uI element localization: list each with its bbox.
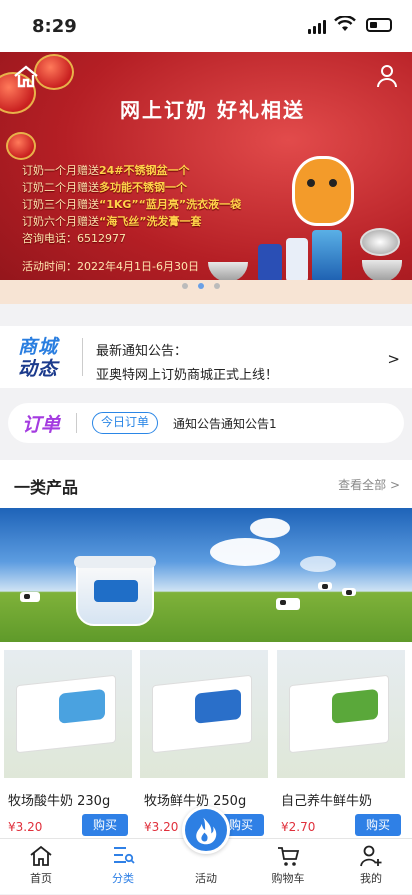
- product-price: ¥2.70: [281, 820, 316, 834]
- banner-headline: 网上订奶 好礼相送: [120, 98, 305, 122]
- banner-offer-list: 订奶一个月赠送24#不锈钢盆一个 订奶二个月赠送多功能不锈钢一个 订奶三个月赠送…: [22, 162, 241, 247]
- tab-mine[interactable]: 我的: [330, 839, 412, 895]
- product-image[interactable]: [277, 650, 405, 778]
- activity-fab[interactable]: [182, 806, 230, 854]
- cow-image: [20, 592, 40, 602]
- cart-icon: [278, 847, 300, 866]
- banner-phone: 咨询电话：6512977: [22, 232, 126, 245]
- yogurt-tub-image: [74, 556, 156, 626]
- order-notice-text[interactable]: 通知公告通知公告1: [173, 415, 277, 432]
- signal-icon: [308, 20, 326, 34]
- divider: [82, 338, 83, 376]
- gift-product-image: [258, 244, 282, 282]
- mall-news-logo: 商城 动态: [18, 336, 59, 380]
- bowl-image: [208, 262, 248, 282]
- home-icon: [30, 845, 52, 866]
- page-dot[interactable]: [182, 283, 188, 289]
- banner-offer: 订奶一个月赠送24#不锈钢盆一个: [22, 164, 190, 177]
- tiger-mascot-image: [292, 156, 354, 226]
- tab-label: 我的: [360, 872, 382, 885]
- lantern-decoration: [34, 54, 74, 90]
- flame-icon: [196, 817, 217, 845]
- page-dot[interactable]: [214, 283, 220, 289]
- gift-product-image: [286, 238, 308, 282]
- page-dot-active[interactable]: [198, 283, 204, 289]
- cloud-decoration: [210, 538, 280, 566]
- view-all-link[interactable]: 查看全部 >: [338, 476, 400, 493]
- status-time: 8:29: [32, 16, 77, 37]
- product-image[interactable]: [4, 650, 132, 778]
- divider: [76, 413, 77, 433]
- order-label: 订单: [22, 414, 61, 436]
- banner-offer: 订奶二个月赠送多功能不锈钢一个: [22, 181, 187, 194]
- bowl-image: [362, 260, 402, 282]
- pot-image: [360, 228, 400, 256]
- buy-button[interactable]: 购买: [355, 814, 401, 836]
- section-title: 一类产品: [14, 478, 79, 497]
- mall-news[interactable]: 商城 动态 最新通知公告： 亚奥特网上订奶商城正式上线！ >: [0, 326, 412, 388]
- battery-icon: [366, 18, 392, 32]
- banner-offer: 订奶三个月赠送“1KG”“蓝月亮”洗衣液一袋: [22, 198, 242, 211]
- today-order-badge[interactable]: 今日订单: [92, 412, 159, 434]
- news-text[interactable]: 亚奥特网上订奶商城正式上线！: [96, 364, 278, 383]
- tab-label: 活动: [195, 872, 217, 885]
- user-add-icon: [360, 845, 382, 867]
- tab-category[interactable]: 分类: [82, 839, 164, 895]
- cloud-decoration: [250, 518, 290, 538]
- news-title: 最新通知公告：: [96, 344, 188, 359]
- order-strip[interactable]: 订单 今日订单 通知公告通知公告1: [8, 403, 404, 443]
- category-icon: [114, 847, 135, 864]
- tab-label: 购物车: [271, 872, 305, 885]
- lantern-decoration: [6, 132, 36, 160]
- cow-image: [276, 598, 300, 610]
- tab-label: 分类: [112, 872, 134, 885]
- product-name[interactable]: 牧场鲜牛奶 250g: [144, 790, 246, 809]
- banner-offer: 订奶六个月赠送“海飞丝”洗发膏一套: [22, 215, 202, 228]
- product-name[interactable]: 自己养牛鲜牛奶: [281, 790, 372, 809]
- product-price: ¥3.20: [8, 820, 43, 834]
- cow-image: [342, 588, 356, 596]
- product-image[interactable]: [140, 650, 268, 778]
- product-card[interactable]: 牧场酸牛奶 230g ¥3.20 购买: [4, 650, 132, 836]
- user-icon[interactable]: [376, 64, 398, 88]
- gift-product-image: [312, 230, 342, 282]
- home-icon[interactable]: [12, 64, 40, 88]
- tab-label: 首页: [30, 872, 52, 885]
- cloud-decoration: [300, 556, 336, 572]
- status-bar: 8:29: [0, 0, 412, 52]
- buy-button[interactable]: 购买: [82, 814, 128, 836]
- wifi-icon: [334, 16, 356, 31]
- promo-banner[interactable]: 网上订奶 好礼相送 订奶一个月赠送24#不锈钢盆一个 订奶二个月赠送多功能不锈钢…: [0, 52, 412, 304]
- product-price: ¥3.20: [144, 820, 179, 834]
- product-card[interactable]: 自己养牛鲜牛奶 ¥2.70 购买: [277, 650, 405, 836]
- banner-pagination[interactable]: [182, 283, 220, 289]
- cow-image: [318, 582, 332, 590]
- category-banner[interactable]: [0, 508, 412, 642]
- banner-period: 活动时间：2022年4月1日-6月30日: [22, 260, 199, 273]
- chevron-right-icon[interactable]: >: [387, 350, 400, 368]
- section-header: 一类产品 查看全部 >: [0, 460, 412, 508]
- tab-cart[interactable]: 购物车: [247, 839, 329, 895]
- tab-home[interactable]: 首页: [0, 839, 82, 895]
- product-name[interactable]: 牧场酸牛奶 230g: [8, 790, 110, 809]
